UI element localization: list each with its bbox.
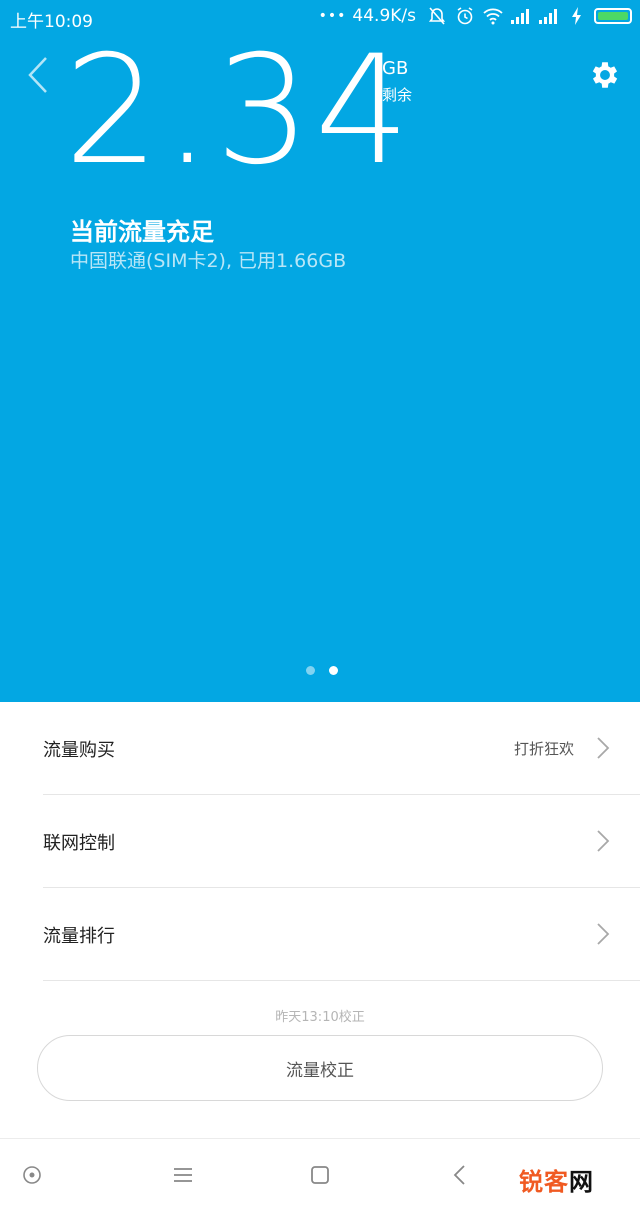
signal-icon [510,5,532,27]
menu-item-label: 流量排行 [43,926,115,947]
gear-icon [592,62,618,88]
watermark-text-1: 锐客 [519,1168,569,1196]
signal-icon [538,5,560,27]
home-square-icon[interactable] [306,1161,334,1189]
back-icon[interactable] [446,1161,474,1189]
settings-button[interactable] [588,58,622,92]
menu-item-promo: 打折狂欢 [513,740,574,758]
chevron-right-icon [597,830,610,852]
calibrate-data-button[interactable]: 流量校正 [37,1035,603,1101]
wifi-icon [482,5,504,27]
data-status-title: 当前流量充足 [70,218,214,246]
alarm-icon [454,5,476,27]
remaining-data-value: 2.34 [64,24,414,198]
remaining-label: 剩余 [382,86,413,104]
last-calibration-time: 昨天13:10校正 [275,1010,365,1025]
back-button[interactable] [22,52,56,98]
network-speed: 44.9K/s [352,6,416,26]
menu-item-buy-data[interactable]: 流量购买 打折狂欢 [43,702,640,795]
menu-item-label: 联网控制 [43,833,115,854]
page-dot-2[interactable] [329,666,338,675]
menu-item-network-control[interactable]: 联网控制 [43,795,640,888]
menu-list: 流量购买 打折狂欢 联网控制 流量排行 [0,702,640,981]
mute-bell-icon [426,5,448,27]
circle-dot-icon[interactable] [18,1161,46,1189]
menu-item-label: 流量购买 [43,740,115,761]
hero-panel: 上午10:09 ••• 44.9K/s 2.34 GB 剩余 当前流量充足 中国… [0,0,640,702]
menu-item-data-ranking[interactable]: 流量排行 [43,888,640,981]
chevron-right-icon [597,737,610,759]
page-dot-1[interactable] [306,666,315,675]
menu-icon[interactable] [169,1161,197,1189]
watermark-text-2: 网 [569,1168,594,1196]
remaining-data-unit: GB [382,58,409,79]
battery-icon [594,8,632,24]
chevron-right-icon [597,923,610,945]
status-dots: ••• [318,8,347,24]
charging-icon [566,5,588,27]
watermark-logo: 锐客网 [519,1162,594,1197]
data-status-detail: 中国联通(SIM卡2), 已用1.66GB [70,250,347,272]
page-indicator [306,666,338,675]
